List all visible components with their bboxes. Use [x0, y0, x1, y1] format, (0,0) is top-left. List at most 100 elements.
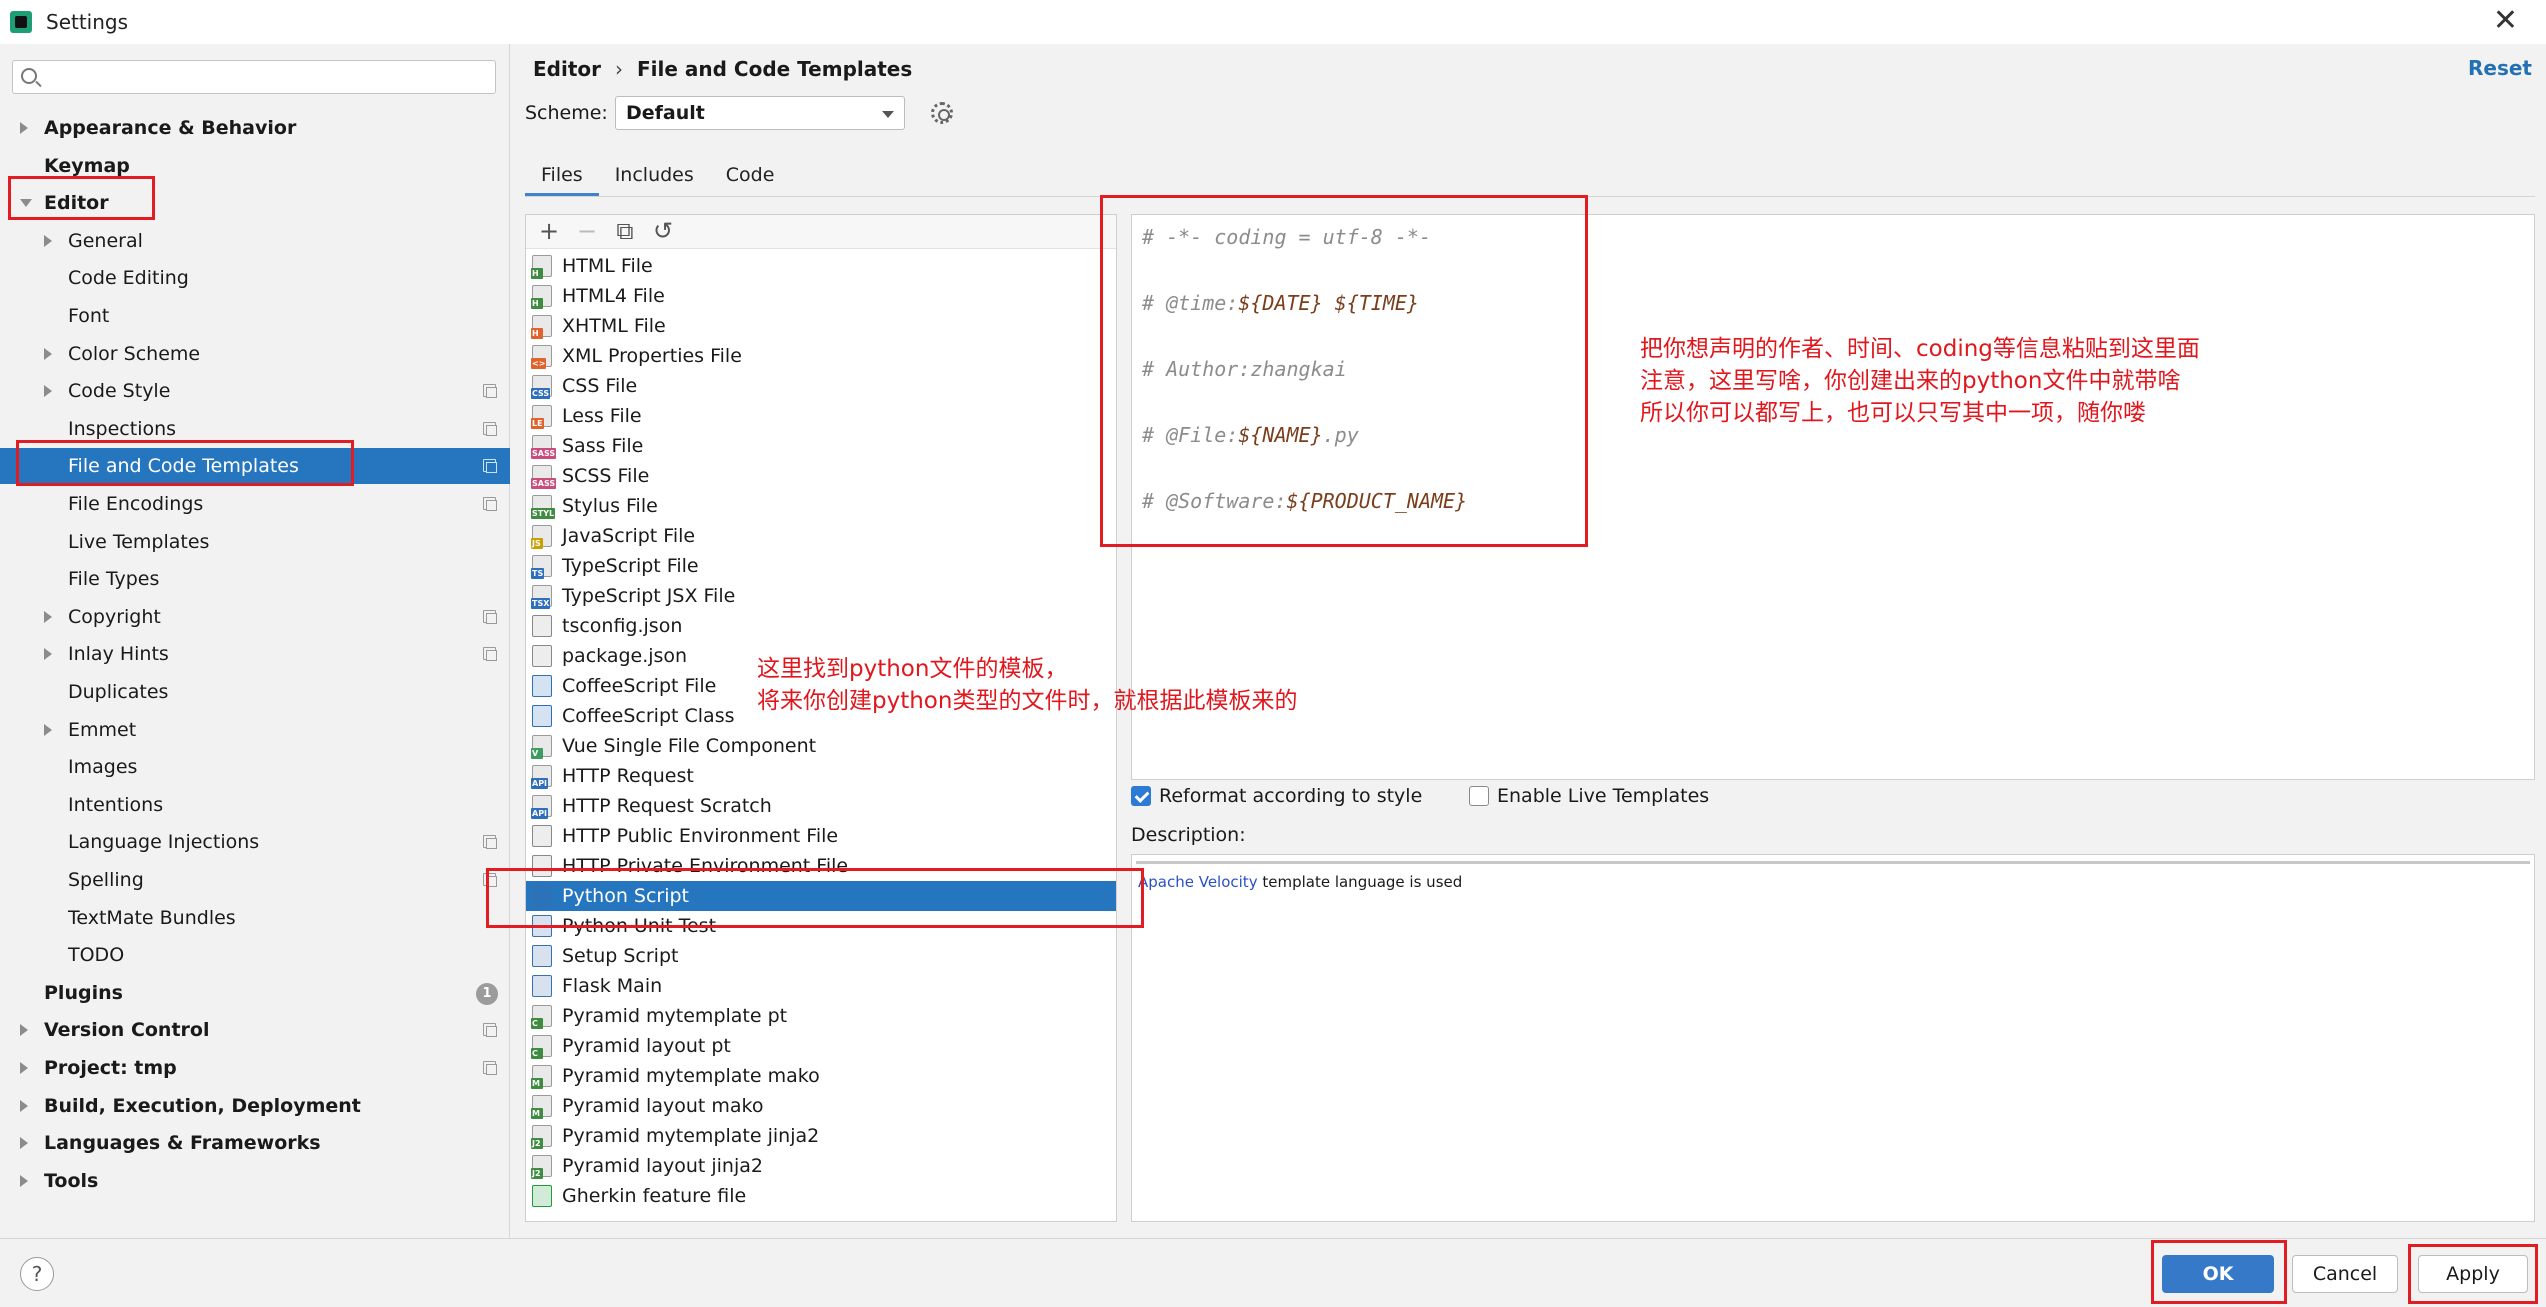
- add-template-button[interactable]: +: [534, 217, 564, 247]
- sidebar-item[interactable]: Languages & Frameworks: [0, 1125, 510, 1161]
- file-type-tag: SASS: [531, 448, 557, 459]
- template-list-item[interactable]: HTTP Public Environment File: [526, 821, 1116, 851]
- sidebar-item[interactable]: Code Editing: [0, 260, 510, 296]
- sidebar-item[interactable]: Duplicates: [0, 674, 510, 710]
- copy-template-button[interactable]: ⧉: [610, 217, 640, 247]
- search-input[interactable]: [12, 60, 496, 94]
- pycharm-logo-icon: [10, 11, 32, 33]
- live-templates-option[interactable]: Enable Live Templates: [1469, 785, 1709, 807]
- template-list-item[interactable]: J2 Pyramid layout jinja2: [526, 1151, 1116, 1181]
- reformat-checkbox[interactable]: [1131, 786, 1151, 806]
- chevron-right-icon[interactable]: [44, 385, 52, 397]
- sidebar-item[interactable]: Spelling: [0, 862, 510, 898]
- file-type-tag: V: [531, 748, 543, 759]
- template-list-item[interactable]: tsconfig.json: [526, 611, 1116, 641]
- sidebar-item[interactable]: Copyright: [0, 599, 510, 635]
- template-label: SCSS File: [562, 465, 650, 487]
- sidebar-item[interactable]: Version Control: [0, 1012, 510, 1048]
- sidebar-item-label: Inspections: [68, 418, 177, 440]
- sidebar-item[interactable]: Build, Execution, Deployment: [0, 1088, 510, 1124]
- template-list-item[interactable]: TS TypeScript File: [526, 551, 1116, 581]
- template-list-item[interactable]: M Pyramid layout mako: [526, 1091, 1116, 1121]
- close-icon[interactable]: ✕: [2493, 6, 2518, 36]
- settings-window: Settings ✕ Appearance & Behavior Keymap Ed…: [0, 0, 2546, 1307]
- template-list-item[interactable]: TSX TypeScript JSX File: [526, 581, 1116, 611]
- template-list-item[interactable]: H HTML4 File: [526, 281, 1116, 311]
- sidebar-item[interactable]: TextMate Bundles: [0, 900, 510, 936]
- template-list-item[interactable]: V Vue Single File Component: [526, 731, 1116, 761]
- template-list-item[interactable]: SASS Sass File: [526, 431, 1116, 461]
- file-type-tag: LE: [531, 418, 544, 429]
- template-list-item[interactable]: JS JavaScript File: [526, 521, 1116, 551]
- sidebar-item[interactable]: Emmet: [0, 712, 510, 748]
- cancel-button[interactable]: Cancel: [2292, 1255, 2398, 1293]
- sidebar-item[interactable]: Code Style: [0, 373, 510, 409]
- sidebar-item[interactable]: Color Scheme: [0, 336, 510, 372]
- template-label: Pyramid layout pt: [562, 1035, 731, 1057]
- template-list-item[interactable]: API HTTP Request: [526, 761, 1116, 791]
- chevron-right-icon[interactable]: [20, 122, 28, 134]
- chevron-right-icon[interactable]: [44, 348, 52, 360]
- sidebar-item[interactable]: TODO: [0, 937, 510, 973]
- scheme-select[interactable]: Default: [615, 96, 905, 130]
- gear-icon[interactable]: [931, 102, 953, 124]
- chevron-right-icon[interactable]: [44, 611, 52, 623]
- chevron-right-icon[interactable]: [44, 724, 52, 736]
- remove-template-button[interactable]: −: [572, 217, 602, 247]
- template-list-item[interactable]: Setup Script: [526, 941, 1116, 971]
- chevron-right-icon[interactable]: [20, 1024, 28, 1036]
- template-list-item[interactable]: API HTTP Request Scratch: [526, 791, 1116, 821]
- sidebar-item[interactable]: Images: [0, 749, 510, 785]
- tab-includes[interactable]: Includes: [599, 156, 710, 196]
- template-list-item[interactable]: J2 Pyramid mytemplate jinja2: [526, 1121, 1116, 1151]
- template-label: Pyramid layout mako: [562, 1095, 764, 1117]
- template-list-item[interactable]: LE Less File: [526, 401, 1116, 431]
- file-type-icon: H: [531, 285, 552, 309]
- template-list-item[interactable]: H HTML File: [526, 251, 1116, 281]
- annotation-box-editor-content: [1100, 195, 1588, 547]
- reset-template-button[interactable]: ↺: [648, 217, 678, 247]
- apache-velocity-link[interactable]: Apache Velocity: [1138, 873, 1258, 891]
- chevron-right-icon[interactable]: [20, 1100, 28, 1112]
- sidebar-item[interactable]: Tools: [0, 1163, 510, 1199]
- reformat-option[interactable]: Reformat according to style: [1131, 785, 1422, 807]
- chevron-right-icon[interactable]: [44, 235, 52, 247]
- file-type-tag: H: [531, 328, 543, 339]
- template-list-item[interactable]: CSS CSS File: [526, 371, 1116, 401]
- template-list-item[interactable]: Flask Main: [526, 971, 1116, 1001]
- template-list-item[interactable]: STYL Stylus File: [526, 491, 1116, 521]
- file-type-icon: [532, 615, 552, 637]
- file-type-icon: [532, 645, 552, 667]
- chevron-right-icon[interactable]: [44, 648, 52, 660]
- breadcrumb-editor[interactable]: Editor: [533, 57, 601, 81]
- template-list-item[interactable]: Gherkin feature file: [526, 1181, 1116, 1211]
- sidebar-item[interactable]: File Encodings: [0, 486, 510, 522]
- sidebar-item-label: Project: tmp: [44, 1057, 177, 1079]
- chevron-right-icon[interactable]: [20, 1175, 28, 1187]
- reset-link[interactable]: Reset: [2468, 56, 2532, 80]
- help-button[interactable]: ?: [20, 1257, 54, 1291]
- sidebar-item[interactable]: Appearance & Behavior: [0, 110, 510, 146]
- sidebar-item[interactable]: Font: [0, 298, 510, 334]
- template-list-item[interactable]: <> XML Properties File: [526, 341, 1116, 371]
- sidebar-item[interactable]: Intentions: [0, 787, 510, 823]
- tab-files[interactable]: Files: [525, 156, 599, 196]
- tab-code[interactable]: Code: [710, 156, 791, 196]
- template-list-item[interactable]: SASS SCSS File: [526, 461, 1116, 491]
- chevron-right-icon[interactable]: [20, 1137, 28, 1149]
- chevron-right-icon[interactable]: [20, 1062, 28, 1074]
- template-list-item[interactable]: C Pyramid mytemplate pt: [526, 1001, 1116, 1031]
- sidebar-item[interactable]: Plugins 1: [0, 975, 510, 1011]
- sidebar-item[interactable]: Language Injections: [0, 824, 510, 860]
- window-title: Settings: [46, 10, 129, 34]
- sidebar-item[interactable]: General: [0, 223, 510, 259]
- sidebar-item[interactable]: Live Templates: [0, 524, 510, 560]
- live-templates-checkbox[interactable]: [1469, 786, 1489, 806]
- template-list-item[interactable]: C Pyramid layout pt: [526, 1031, 1116, 1061]
- sidebar-item[interactable]: Inlay Hints: [0, 636, 510, 672]
- annotation-note-list: 这里找到python文件的模板， 将来你创建python类型的文件时，就根据此模…: [757, 653, 1297, 717]
- sidebar-item[interactable]: File Types: [0, 561, 510, 597]
- sidebar-item[interactable]: Project: tmp: [0, 1050, 510, 1086]
- template-list-item[interactable]: M Pyramid mytemplate mako: [526, 1061, 1116, 1091]
- template-list-item[interactable]: H XHTML File: [526, 311, 1116, 341]
